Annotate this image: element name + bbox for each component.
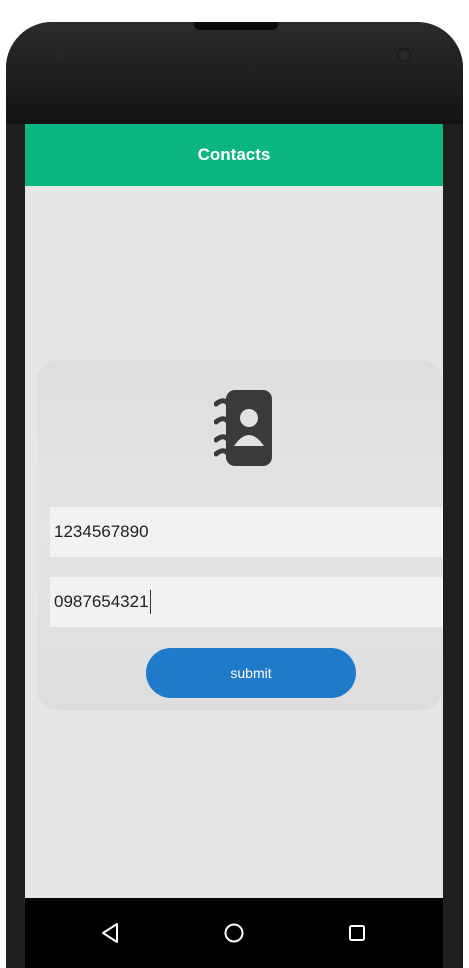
back-triangle-icon[interactable] <box>96 919 124 947</box>
phone-number-field-1[interactable]: 1234567890 <box>50 507 443 557</box>
phone-bezel-top <box>6 22 463 124</box>
phone-number-field-2-value: 0987654321 <box>54 592 149 611</box>
home-circle-icon[interactable] <box>220 919 248 947</box>
submit-button[interactable]: submit <box>146 648 356 698</box>
phone-number-field-1-value: 1234567890 <box>54 522 149 541</box>
contact-form-card: 1234567890 0987654321 submit <box>37 360 443 710</box>
recent-apps-square-icon[interactable] <box>343 919 371 947</box>
contact-book-icon <box>214 390 272 466</box>
front-camera <box>397 48 411 62</box>
app-bar: Contacts <box>25 124 443 186</box>
app-title: Contacts <box>197 145 271 164</box>
earpiece-speaker <box>194 22 278 30</box>
text-cursor <box>149 590 151 614</box>
app-screen: Contacts 1234567890 0987654321 submit <box>25 124 443 968</box>
proximity-sensor <box>54 52 68 58</box>
phone-frame: Contacts 1234567890 0987654321 submit <box>6 22 463 968</box>
phone-number-field-2[interactable]: 0987654321 <box>50 577 443 627</box>
system-nav-bar <box>25 898 443 968</box>
